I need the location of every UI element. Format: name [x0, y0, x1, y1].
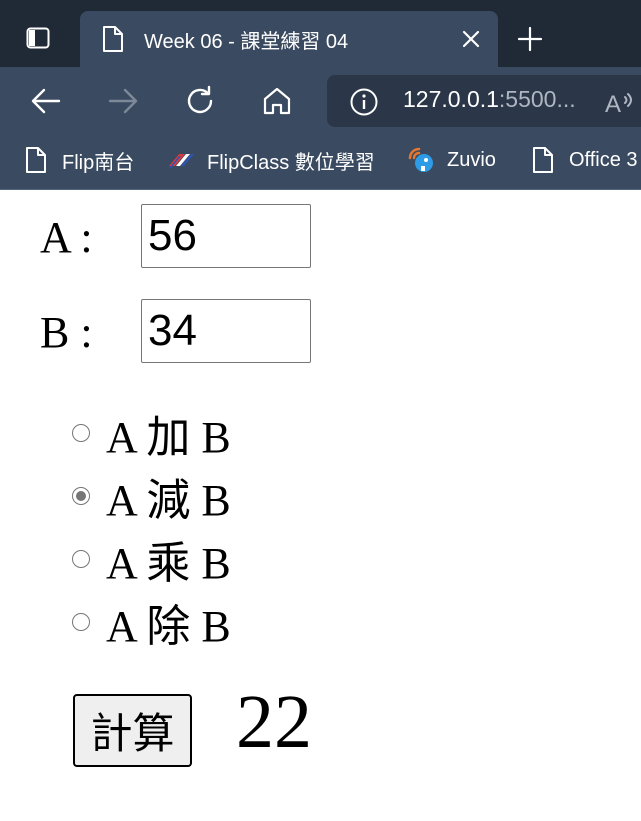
radio-button[interactable]: [72, 424, 90, 442]
refresh-icon[interactable]: [183, 84, 217, 118]
field-a-input[interactable]: [141, 204, 311, 268]
radio-option-subtract[interactable]: A 減 B: [72, 471, 231, 525]
radio-label: A 減 B: [106, 476, 231, 525]
bookmark-zuvio[interactable]: Zuvio: [407, 143, 496, 177]
radio-option-multiply[interactable]: A 乘 B: [72, 534, 231, 588]
svg-text:A: A: [605, 91, 621, 117]
sidebar-toggle-icon[interactable]: [26, 27, 50, 49]
forward-arrow-icon[interactable]: [106, 84, 140, 118]
radio-button[interactable]: [72, 487, 90, 505]
radio-option-add[interactable]: A 加 B: [72, 408, 231, 462]
bookmarks-bar: Flip南台 FlipClass 數位學習 Zuvio Office 3: [0, 135, 641, 190]
read-aloud-icon[interactable]: A: [604, 87, 636, 117]
active-tab[interactable]: Week 06 - 課堂練習 04: [80, 11, 498, 67]
back-arrow-icon[interactable]: [29, 84, 63, 118]
site-info-icon[interactable]: [349, 87, 379, 117]
page-icon: [26, 147, 46, 173]
tab-strip: Week 06 - 課堂練習 04: [0, 0, 641, 67]
bookmark-office[interactable]: Office 3: [529, 143, 638, 177]
tab-title: Week 06 - 課堂練習 04: [144, 31, 349, 53]
page-content: A : B : A 加 B A 減 B A 乘 B A 除 B 計算 22: [0, 190, 641, 821]
bookmark-flip[interactable]: Flip南台: [22, 143, 134, 177]
result-value: 22: [236, 680, 312, 764]
radio-label: A 乘 B: [106, 539, 231, 588]
radio-label: A 除 B: [106, 602, 231, 651]
bookmark-label: Zuvio: [447, 148, 496, 171]
radio-label: A 加 B: [106, 413, 231, 462]
field-b-input[interactable]: [141, 299, 311, 363]
bookmark-label: FlipClass 數位學習: [207, 151, 375, 174]
page-icon: [103, 26, 123, 52]
flipclass-icon: [169, 154, 194, 169]
bookmark-flipclass[interactable]: FlipClass 數位學習: [167, 143, 375, 177]
radio-button[interactable]: [72, 550, 90, 568]
navigation-toolbar: 127.0.0.1:5500... A: [0, 67, 641, 135]
url-host: 127.0.0.1: [403, 86, 499, 112]
close-icon[interactable]: [461, 29, 481, 49]
new-tab-icon[interactable]: [517, 26, 543, 52]
radio-option-divide[interactable]: A 除 B: [72, 597, 231, 651]
calculate-button[interactable]: 計算: [73, 694, 192, 767]
field-a-label: A :: [40, 213, 93, 262]
field-b-label: B :: [40, 308, 93, 357]
zuvio-icon: [408, 147, 433, 172]
radio-button[interactable]: [72, 613, 90, 631]
bookmark-label: Office 3: [569, 148, 638, 171]
bookmark-label: Flip南台: [62, 151, 135, 174]
address-bar[interactable]: 127.0.0.1:5500... A: [327, 75, 641, 127]
page-icon: [533, 147, 553, 173]
url-port: :5500...: [498, 86, 576, 112]
home-icon[interactable]: [260, 84, 294, 118]
url-text: 127.0.0.1:5500...: [403, 86, 576, 113]
